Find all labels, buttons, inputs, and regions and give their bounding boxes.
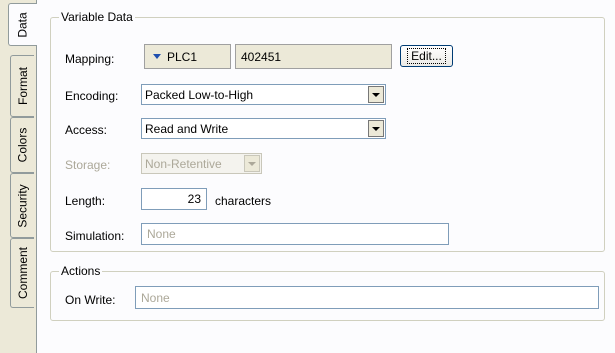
- encoding-value: Packed Low-to-High: [145, 87, 254, 102]
- on-write-value: None: [141, 290, 170, 305]
- mapping-label: Mapping:: [65, 52, 115, 66]
- device-name: PLC1: [167, 49, 198, 64]
- edit-button-label: Edit...: [407, 48, 446, 64]
- tab-comment-label: Comment: [15, 246, 30, 300]
- simulation-field[interactable]: None: [141, 223, 449, 245]
- address-value: 402451: [241, 49, 282, 64]
- length-input[interactable]: 23: [141, 188, 207, 210]
- tab-security[interactable]: Security: [10, 173, 34, 238]
- tab-strip: Data Format Colors Security Comment: [0, 0, 37, 353]
- encoding-label: Encoding:: [65, 89, 119, 103]
- length-value: 23: [187, 192, 201, 206]
- simulation-value: None: [147, 227, 176, 241]
- variable-data-legend: Variable Data: [59, 10, 135, 24]
- tab-data-label: Data: [15, 11, 30, 38]
- chevron-down-icon[interactable]: [368, 120, 384, 137]
- address-field[interactable]: 402451: [235, 44, 392, 69]
- tab-security-label: Security: [15, 183, 30, 228]
- tab-colors[interactable]: Colors: [10, 117, 34, 173]
- storage-value: Non-Retentive: [145, 156, 222, 171]
- tab-format[interactable]: Format: [10, 55, 34, 117]
- tab-format-label: Format: [15, 66, 30, 106]
- edit-button[interactable]: Edit...: [400, 45, 453, 67]
- tab-data[interactable]: Data: [8, 3, 37, 46]
- access-label: Access:: [65, 123, 108, 137]
- tab-comment[interactable]: Comment: [10, 238, 34, 308]
- variable-data-group: Variable Data Mapping: PLC1 402451 Edit.…: [50, 10, 605, 252]
- access-select[interactable]: Read and Write: [141, 118, 386, 139]
- device-selector[interactable]: PLC1: [144, 44, 231, 69]
- encoding-select[interactable]: Packed Low-to-High: [141, 84, 386, 105]
- storage-label: Storage:: [65, 158, 111, 172]
- tab-panel-border: [36, 0, 37, 353]
- storage-select: Non-Retentive: [141, 153, 262, 174]
- actions-legend: Actions: [59, 264, 103, 278]
- access-value: Read and Write: [145, 121, 229, 136]
- simulation-label: Simulation:: [65, 229, 125, 243]
- on-write-label: On Write:: [65, 293, 116, 307]
- on-write-field[interactable]: None: [135, 286, 599, 309]
- length-unit: characters: [215, 194, 272, 208]
- chevron-down-icon: [153, 54, 161, 59]
- chevron-down-icon[interactable]: [368, 86, 384, 103]
- length-label: Length:: [65, 194, 106, 208]
- tab-panel: Variable Data Mapping: PLC1 402451 Edit.…: [37, 0, 615, 353]
- actions-group: Actions On Write: None: [50, 264, 605, 321]
- tab-colors-label: Colors: [15, 127, 30, 163]
- chevron-down-icon: [244, 155, 260, 172]
